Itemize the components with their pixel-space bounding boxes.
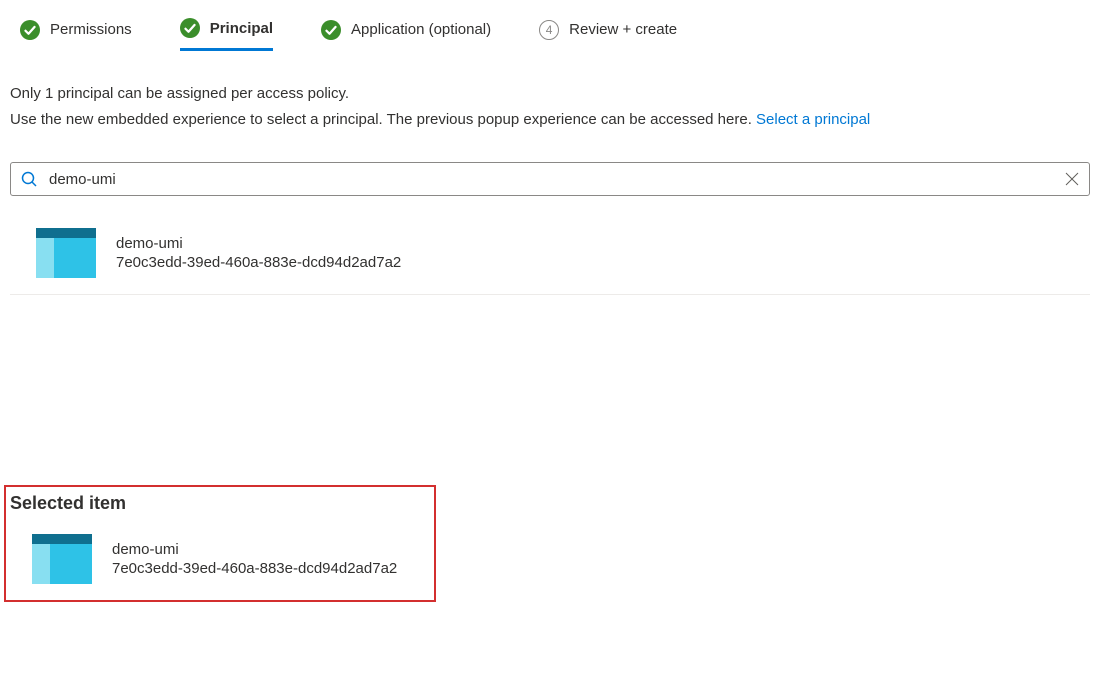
selected-section: Selected item demo-umi 7e0c3edd-39ed-460… (4, 485, 436, 602)
info-line-2: Use the new embedded experience to selec… (10, 107, 1090, 133)
search-box[interactable] (10, 162, 1090, 196)
result-name: demo-umi (116, 235, 401, 252)
tab-permissions[interactable]: Permissions (20, 18, 132, 51)
selected-name: demo-umi (112, 541, 397, 558)
clear-icon[interactable] (1065, 172, 1079, 186)
tab-application[interactable]: Application (optional) (321, 18, 491, 51)
selected-item[interactable]: demo-umi 7e0c3edd-39ed-460a-883e-dcd94d2… (6, 534, 434, 596)
step-number-icon: 4 (539, 20, 559, 40)
check-icon (321, 20, 341, 40)
check-icon (180, 18, 200, 38)
managed-identity-icon (32, 534, 92, 584)
info-line-1: Only 1 principal can be assigned per acc… (10, 81, 1090, 107)
managed-identity-icon (36, 228, 96, 278)
spacer (10, 295, 1090, 485)
tab-principal[interactable]: Principal (180, 18, 273, 51)
tab-label: Application (optional) (351, 21, 491, 38)
info-text: Only 1 principal can be assigned per acc… (10, 81, 1090, 162)
search-icon (21, 171, 37, 187)
tab-review[interactable]: 4 Review + create (539, 18, 677, 51)
search-result-item[interactable]: demo-umi 7e0c3edd-39ed-460a-883e-dcd94d2… (10, 216, 1090, 295)
select-principal-link[interactable]: Select a principal (756, 111, 870, 128)
result-id: 7e0c3edd-39ed-460a-883e-dcd94d2ad7a2 (116, 254, 401, 271)
selected-id: 7e0c3edd-39ed-460a-883e-dcd94d2ad7a2 (112, 560, 397, 577)
tab-label: Principal (210, 20, 273, 37)
search-input[interactable] (49, 171, 1065, 188)
tab-label: Permissions (50, 21, 132, 38)
selected-text: demo-umi 7e0c3edd-39ed-460a-883e-dcd94d2… (112, 541, 397, 577)
result-text: demo-umi 7e0c3edd-39ed-460a-883e-dcd94d2… (116, 235, 401, 271)
tab-label: Review + create (569, 21, 677, 38)
selected-heading: Selected item (6, 487, 434, 534)
check-icon (20, 20, 40, 40)
wizard-tabs: Permissions Principal Application (optio… (10, 18, 1090, 51)
